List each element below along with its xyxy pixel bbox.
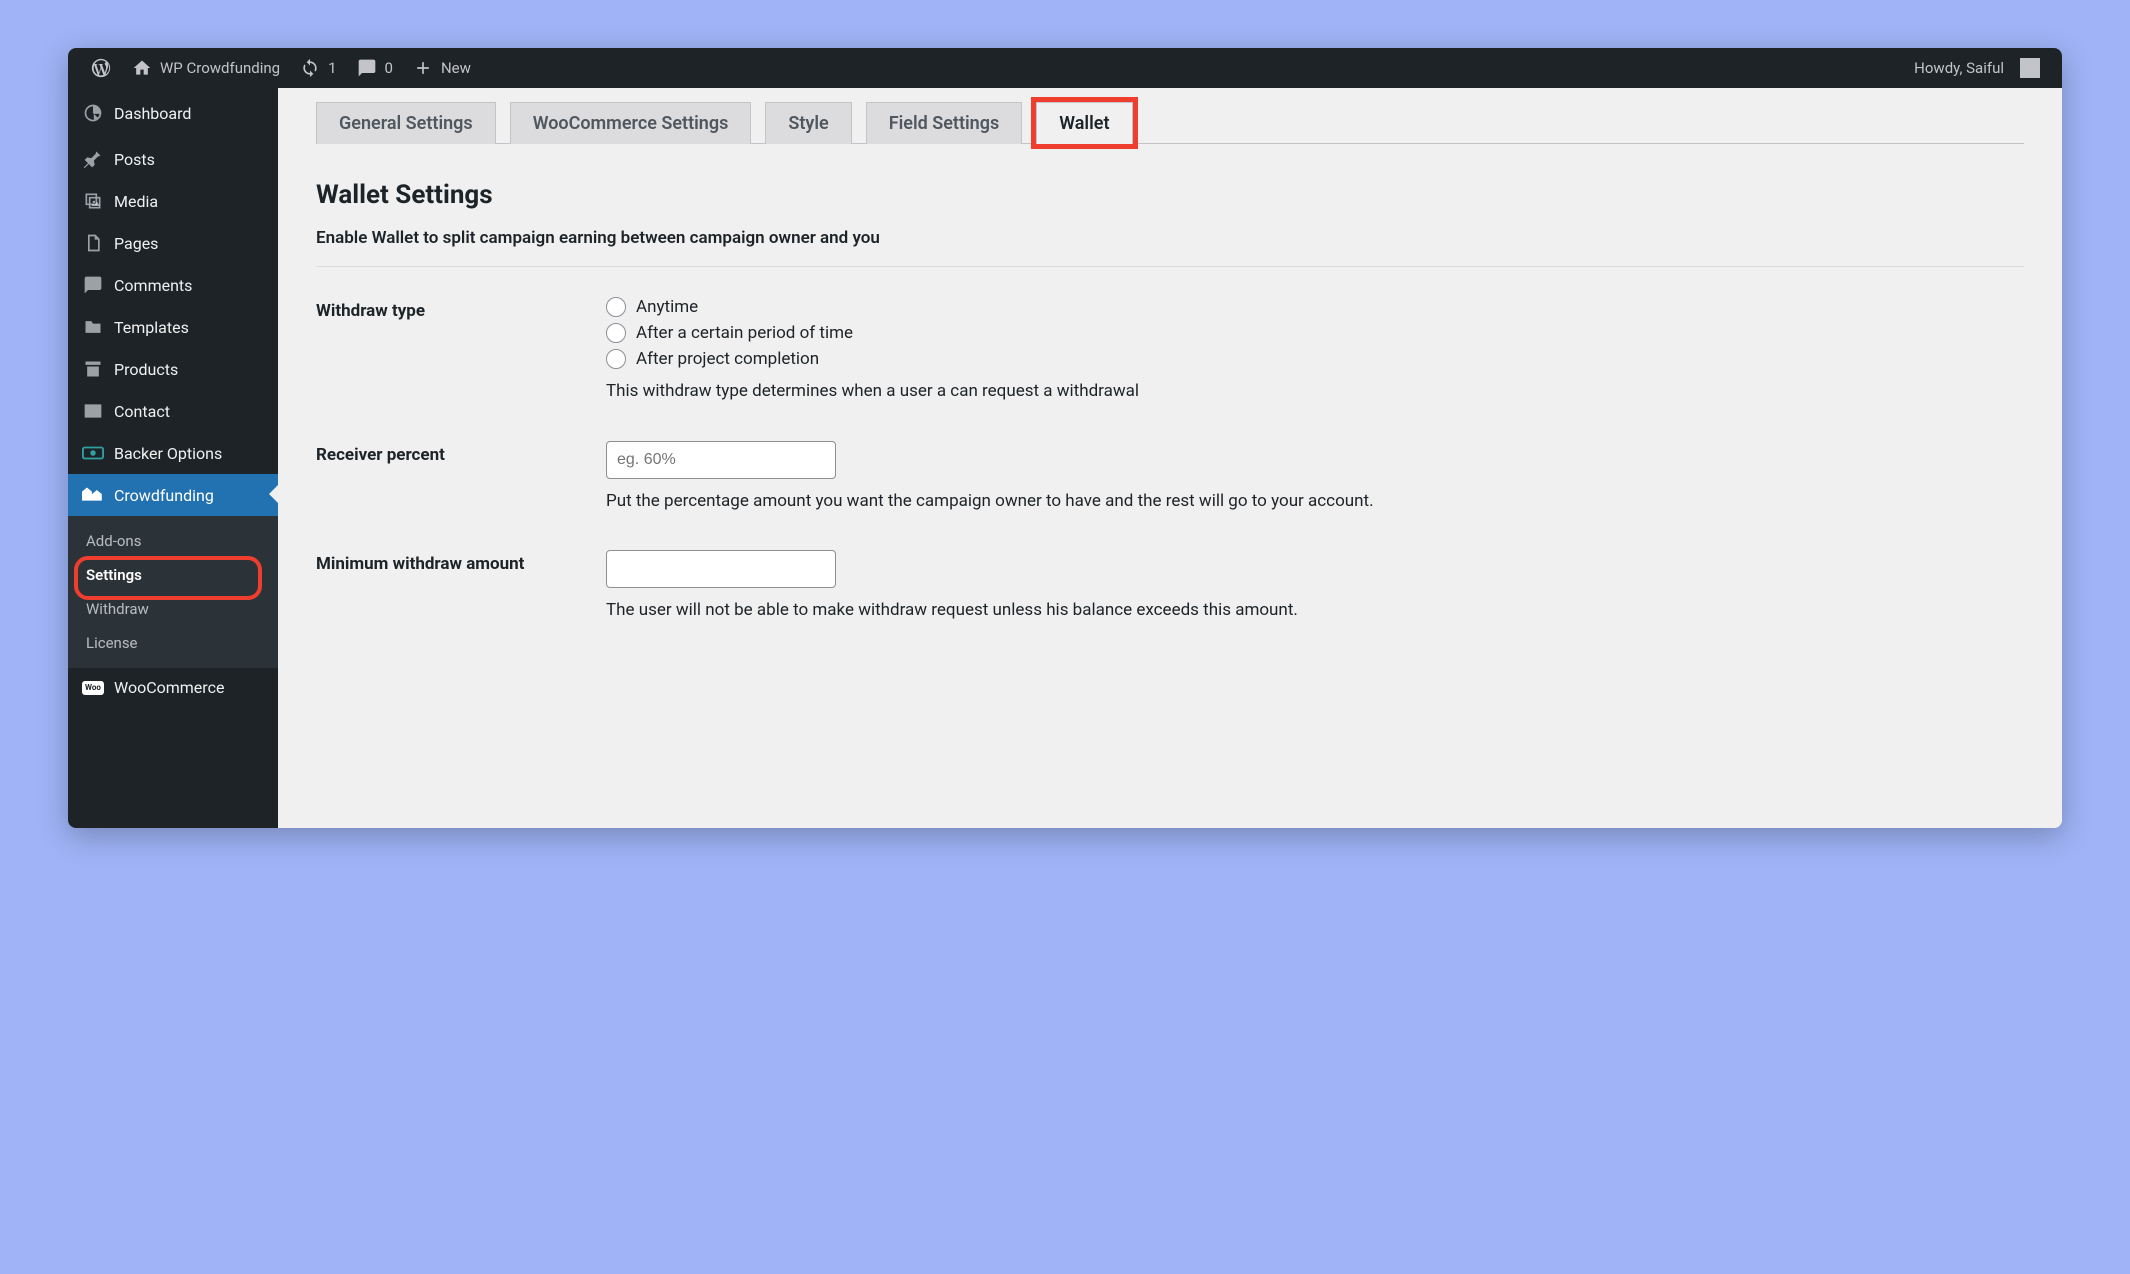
money-icon (82, 442, 104, 464)
home-icon (132, 58, 152, 78)
withdraw-type-option-after-period[interactable]: After a certain period of time (606, 323, 2024, 343)
updates-link[interactable]: 1 (290, 48, 346, 88)
comment-icon (357, 58, 377, 78)
sidebar-label: Backer Options (114, 444, 222, 463)
sidebar-item-comments[interactable]: Comments (68, 264, 278, 306)
dashboard-icon (82, 102, 104, 124)
tab-wallet[interactable]: Wallet (1036, 102, 1132, 144)
sidebar-item-backer-options[interactable]: Backer Options (68, 432, 278, 474)
field-min-withdraw: Minimum withdraw amount The user will no… (316, 550, 2024, 624)
withdraw-type-help: This withdraw type determines when a use… (606, 379, 2024, 405)
sidebar-submenu: Add-ons Settings Withdraw License (68, 516, 278, 668)
new-content-link[interactable]: New (403, 48, 481, 88)
sidebar-item-templates[interactable]: Templates (68, 306, 278, 348)
admin-sidebar: Dashboard Posts Media Pages Comments Tem… (68, 88, 278, 828)
new-label: New (441, 59, 471, 77)
receiver-percent-help: Put the percentage amount you want the c… (606, 489, 2024, 515)
radio-icon (606, 349, 626, 369)
plus-icon (413, 58, 433, 78)
field-withdraw-type: Withdraw type Anytime After a certain pe… (316, 297, 2024, 405)
wordpress-icon (90, 57, 112, 79)
submenu-item-withdraw[interactable]: Withdraw (68, 592, 278, 626)
sidebar-label: Contact (114, 402, 170, 421)
min-withdraw-input[interactable] (606, 550, 836, 588)
avatar-icon (2020, 58, 2040, 78)
tab-general-settings[interactable]: General Settings (316, 102, 496, 144)
sidebar-label: Comments (114, 276, 192, 295)
withdraw-type-label: Withdraw type (316, 297, 606, 405)
site-title: WP Crowdfunding (160, 59, 280, 77)
submenu-item-settings[interactable]: Settings (68, 558, 278, 592)
sidebar-item-media[interactable]: Media (68, 180, 278, 222)
sidebar-label: Products (114, 360, 178, 379)
divider (316, 266, 2024, 267)
min-withdraw-label: Minimum withdraw amount (316, 550, 606, 624)
withdraw-type-option-after-completion[interactable]: After project completion (606, 349, 2024, 369)
sidebar-item-crowdfunding[interactable]: Crowdfunding (68, 474, 278, 516)
receiver-percent-label: Receiver percent (316, 441, 606, 515)
pin-icon (82, 148, 104, 170)
sidebar-label: Pages (114, 234, 158, 253)
sidebar-label: Posts (114, 150, 155, 169)
mail-icon (82, 400, 104, 422)
folder-icon (82, 316, 104, 338)
archive-icon (82, 358, 104, 380)
page-description: Enable Wallet to split campaign earning … (316, 228, 2024, 248)
radio-icon (606, 297, 626, 317)
submenu-item-license[interactable]: License (68, 626, 278, 660)
withdraw-type-option-anytime[interactable]: Anytime (606, 297, 2024, 317)
account-link[interactable]: Howdy, Saiful (1904, 48, 2050, 88)
comments-link[interactable]: 0 (347, 48, 403, 88)
active-pointer-icon (269, 484, 279, 504)
update-icon (300, 58, 320, 78)
howdy-text: Howdy, Saiful (1914, 59, 2004, 77)
sidebar-item-posts[interactable]: Posts (68, 134, 278, 180)
sidebar-label: Media (114, 192, 158, 211)
admin-bar: WP Crowdfunding 1 0 New Howdy, Saiful (68, 48, 2062, 88)
sidebar-label: WooCommerce (114, 678, 224, 697)
tab-woocommerce-settings[interactable]: WooCommerce Settings (510, 102, 752, 144)
comments-count: 0 (385, 59, 393, 77)
comment-icon (82, 274, 104, 296)
woo-icon: Woo (82, 681, 104, 695)
sidebar-item-pages[interactable]: Pages (68, 222, 278, 264)
receiver-percent-input[interactable] (606, 441, 836, 479)
page-title: Wallet Settings (316, 180, 2024, 210)
settings-tabs: General Settings WooCommerce Settings St… (316, 102, 2024, 144)
submenu-item-addons[interactable]: Add-ons (68, 524, 278, 558)
min-withdraw-help: The user will not be able to make withdr… (606, 598, 2024, 624)
sidebar-label: Crowdfunding (114, 486, 214, 505)
houses-icon (82, 484, 104, 506)
tab-field-settings[interactable]: Field Settings (866, 102, 1023, 144)
sidebar-label: Templates (114, 318, 189, 337)
updates-count: 1 (328, 59, 336, 77)
wp-logo[interactable] (80, 48, 122, 88)
tab-style[interactable]: Style (765, 102, 851, 144)
wp-admin-frame: WP Crowdfunding 1 0 New Howdy, Saiful Da… (68, 48, 2062, 828)
site-home-link[interactable]: WP Crowdfunding (122, 48, 290, 88)
radio-icon (606, 323, 626, 343)
pages-icon (82, 232, 104, 254)
media-icon (82, 190, 104, 212)
sidebar-item-products[interactable]: Products (68, 348, 278, 390)
sidebar-item-dashboard[interactable]: Dashboard (68, 88, 278, 134)
content-area: General Settings WooCommerce Settings St… (278, 88, 2062, 828)
field-receiver-percent: Receiver percent Put the percentage amou… (316, 441, 2024, 515)
sidebar-item-woocommerce[interactable]: Woo WooCommerce (68, 668, 278, 707)
sidebar-item-contact[interactable]: Contact (68, 390, 278, 432)
sidebar-label: Dashboard (114, 104, 191, 123)
